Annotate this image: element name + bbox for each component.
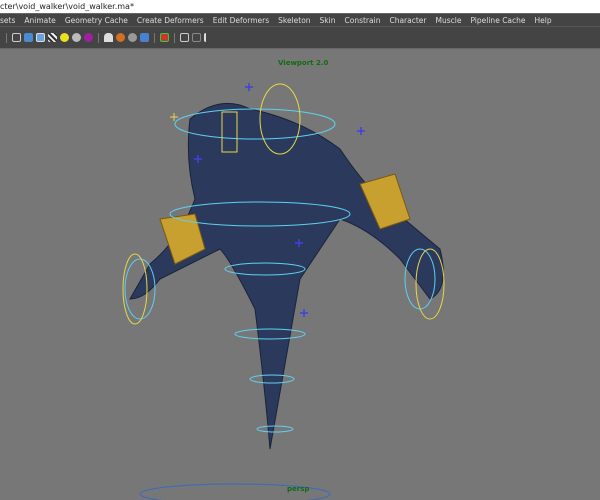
motion-blur-icon[interactable] [140, 33, 149, 42]
light-all-icon[interactable] [72, 33, 81, 42]
isolate-select-icon[interactable] [160, 33, 169, 42]
title-bar: cter\void_walker\void_walker.ma* [0, 0, 600, 13]
window-title: cter\void_walker\void_walker.ma* [0, 2, 134, 11]
menu-animate[interactable]: Animate [24, 14, 55, 26]
share-icon[interactable] [204, 33, 213, 42]
menu-sets[interactable]: sets [0, 14, 15, 26]
menu-geometry-cache[interactable]: Geometry Cache [65, 14, 128, 26]
xray-joints-icon[interactable] [192, 33, 201, 42]
viewport-panel[interactable]: Viewport 2.0 persp [0, 49, 600, 500]
viewport-toolbar [0, 27, 600, 49]
textured-icon[interactable] [48, 33, 57, 42]
menu-help[interactable]: Help [535, 14, 552, 26]
viewport-renderer-label: Viewport 2.0 [278, 59, 329, 67]
menu-pipeline-cache[interactable]: Pipeline Cache [470, 14, 525, 26]
light-selected-icon[interactable] [84, 33, 93, 42]
camera-icon[interactable] [104, 33, 113, 42]
separator [154, 32, 155, 43]
character-scene [122, 83, 445, 500]
menu-muscle[interactable]: Muscle [435, 14, 461, 26]
smooth-shade-icon[interactable] [24, 33, 33, 42]
shade-wireframe-icon[interactable] [36, 33, 45, 42]
camera-name-label: persp [287, 485, 310, 493]
light-default-icon[interactable] [60, 33, 69, 42]
xray-icon[interactable] [180, 33, 189, 42]
ao-icon[interactable] [128, 33, 137, 42]
menu-skeleton[interactable]: Skeleton [278, 14, 310, 26]
separator [174, 32, 175, 43]
menu-skin[interactable]: Skin [320, 14, 336, 26]
separator [6, 32, 7, 43]
menu-edit-deformers[interactable]: Edit Deformers [213, 14, 269, 26]
shadow-icon[interactable] [116, 33, 125, 42]
locator-yellow [170, 113, 178, 121]
menu-bar: sets Animate Geometry Cache Create Defor… [0, 13, 600, 27]
menu-character[interactable]: Character [389, 14, 426, 26]
character-mesh [129, 102, 444, 450]
separator [98, 32, 99, 43]
menu-create-deformers[interactable]: Create Deformers [137, 14, 204, 26]
wireframe-icon[interactable] [12, 33, 21, 42]
menu-constrain[interactable]: Constrain [345, 14, 381, 26]
